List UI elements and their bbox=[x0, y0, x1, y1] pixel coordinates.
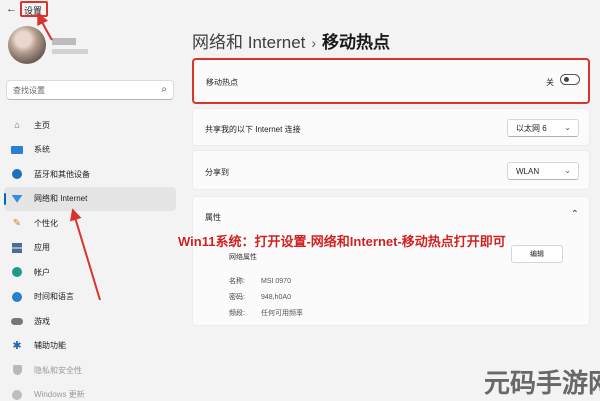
user-name-redacted bbox=[52, 38, 76, 45]
mobile-hotspot-card: 移动热点 关 bbox=[192, 58, 590, 104]
share-connection-label: 共享我的以下 Internet 连接 bbox=[205, 125, 301, 134]
sidebar-item-label: 个性化 bbox=[34, 218, 58, 228]
sidebar-nav: ⌂ 主页 系统 蓝牙和其他设备 网络和 Internet ✎ 个性化 应用 帐户… bbox=[4, 113, 176, 401]
sidebar-item-label: 应用 bbox=[34, 243, 50, 253]
share-connection-select[interactable]: 以太网 6 ⌄ bbox=[507, 119, 579, 137]
sidebar-item-label: 网络和 Internet bbox=[34, 194, 88, 204]
sidebar-item-system[interactable]: 系统 bbox=[4, 138, 176, 163]
gamepad-icon bbox=[10, 314, 24, 328]
sidebar-item-label: 隐私和安全性 bbox=[34, 365, 82, 375]
title-highlight-box bbox=[20, 1, 48, 17]
share-to-select[interactable]: WLAN ⌄ bbox=[507, 162, 579, 180]
sidebar-item-label: 主页 bbox=[34, 120, 50, 130]
sidebar-item-label: 蓝牙和其他设备 bbox=[34, 169, 90, 179]
search-icon[interactable]: ⌕ bbox=[161, 84, 167, 95]
select-value: 以太网 6 bbox=[516, 123, 547, 133]
network-icon bbox=[10, 192, 24, 206]
sidebar-item-personalization[interactable]: ✎ 个性化 bbox=[4, 211, 176, 236]
chevron-down-icon: ⌄ bbox=[564, 123, 571, 132]
sidebar-item-label: 辅助功能 bbox=[34, 341, 66, 351]
property-value: 任何可用频率 bbox=[261, 310, 303, 317]
property-key: 名称: bbox=[229, 278, 245, 285]
sidebar-item-accessibility[interactable]: ✱ 辅助功能 bbox=[4, 334, 176, 359]
windows-update-icon bbox=[10, 388, 24, 401]
sidebar-item-label: 时间和语言 bbox=[34, 292, 74, 302]
avatar[interactable] bbox=[8, 26, 46, 64]
title-bar: ← 设置 bbox=[0, 0, 600, 22]
sidebar-item-privacy[interactable]: 隐私和安全性 bbox=[4, 358, 176, 383]
sidebar-item-windows-update[interactable]: Windows 更新 bbox=[4, 383, 176, 401]
system-icon bbox=[10, 143, 24, 157]
search-box[interactable]: ⌕ bbox=[6, 80, 174, 100]
sidebar-item-label: Windows 更新 bbox=[34, 390, 85, 400]
property-row-name: 名称: MSI 0970 bbox=[229, 276, 291, 286]
share-connection-card: 共享我的以下 Internet 连接 以太网 6 ⌄ bbox=[192, 108, 590, 146]
property-value: MSI 0970 bbox=[261, 278, 291, 285]
sidebar-item-time-language[interactable]: 时间和语言 bbox=[4, 285, 176, 310]
hotspot-toggle[interactable] bbox=[560, 74, 580, 85]
shield-icon bbox=[10, 363, 24, 377]
breadcrumb-parent[interactable]: 网络和 Internet bbox=[192, 33, 305, 52]
sidebar-item-accounts[interactable]: 帐户 bbox=[4, 260, 176, 285]
sidebar-item-label: 帐户 bbox=[34, 267, 50, 277]
properties-card: 属性 ⌃ 网络属性 编辑 名称: MSI 0970 密码: 948,h0A0 频段:… bbox=[192, 196, 590, 326]
sidebar-item-network[interactable]: 网络和 Internet bbox=[4, 186, 176, 211]
toggle-knob bbox=[564, 77, 569, 82]
property-row-band: 频段: 任何可用频率 bbox=[229, 308, 303, 318]
globe-icon bbox=[10, 290, 24, 304]
properties-title: 属性 bbox=[205, 213, 221, 222]
sidebar-item-bluetooth[interactable]: 蓝牙和其他设备 bbox=[4, 162, 176, 187]
home-icon: ⌂ bbox=[14, 120, 20, 131]
toggle-state-text: 关 bbox=[546, 78, 554, 87]
search-input[interactable] bbox=[13, 84, 153, 97]
property-key: 频段: bbox=[229, 310, 245, 317]
share-to-card: 分享到 WLAN ⌄ bbox=[192, 150, 590, 190]
sidebar-item-label: 游戏 bbox=[34, 316, 50, 326]
breadcrumb: 网络和 Internet › 移动热点 bbox=[192, 28, 390, 53]
back-arrow-icon[interactable]: ← bbox=[6, 3, 17, 15]
breadcrumb-separator: › bbox=[311, 35, 317, 51]
accessibility-icon: ✱ bbox=[12, 340, 22, 353]
chevron-down-icon: ⌄ bbox=[564, 166, 571, 175]
network-properties-label: 网络属性 bbox=[229, 254, 257, 261]
edit-button[interactable]: 编辑 bbox=[511, 245, 563, 263]
account-icon bbox=[10, 265, 24, 279]
user-email-redacted bbox=[52, 49, 88, 54]
chevron-up-icon[interactable]: ⌃ bbox=[571, 209, 579, 220]
annotation-caption: Win11系统：打开设置-网络和Internet-移动热点打开即可 bbox=[178, 234, 506, 249]
sidebar-item-home[interactable]: ⌂ 主页 bbox=[4, 113, 176, 138]
hotspot-label: 移动热点 bbox=[206, 78, 238, 87]
sidebar-item-apps[interactable]: 应用 bbox=[4, 236, 176, 261]
property-key: 密码: bbox=[229, 294, 245, 301]
sidebar-item-gaming[interactable]: 游戏 bbox=[4, 309, 176, 334]
share-to-label: 分享到 bbox=[205, 168, 229, 177]
select-value: WLAN bbox=[516, 166, 540, 176]
property-value: 948,h0A0 bbox=[261, 294, 291, 301]
brush-icon: ✎ bbox=[12, 217, 22, 229]
page-title: 移动热点 bbox=[322, 33, 391, 52]
property-row-password: 密码: 948,h0A0 bbox=[229, 292, 291, 302]
sidebar-item-label: 系统 bbox=[34, 145, 50, 155]
bluetooth-icon bbox=[10, 167, 24, 181]
watermark: 元码手游网 bbox=[484, 369, 600, 399]
apps-icon bbox=[10, 241, 24, 255]
